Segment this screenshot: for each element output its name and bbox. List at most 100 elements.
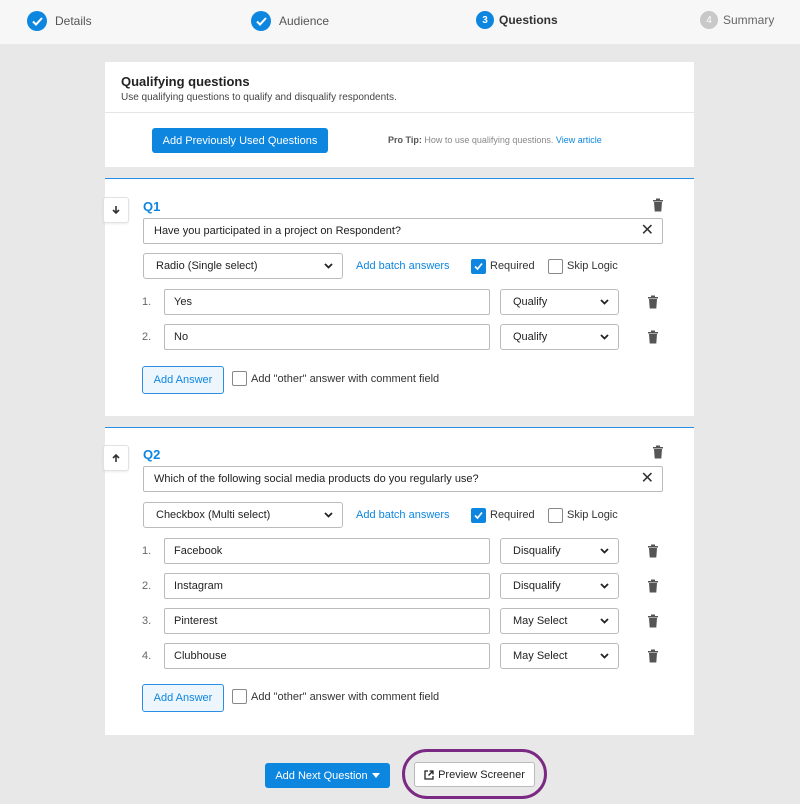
question-card-q2: Q2 Which of the following social media p… — [103, 427, 694, 735]
step-number: 4 — [700, 11, 718, 29]
chevron-down-icon — [600, 548, 609, 554]
question-type-select[interactable]: Checkbox (Multi select) — [143, 502, 343, 528]
answer-action-value: Disqualify — [513, 545, 561, 557]
question-text: Which of the following social media prod… — [154, 473, 479, 485]
section-title: Qualifying questions — [121, 74, 250, 89]
answer-number: 2. — [142, 580, 152, 592]
pro-tip: Pro Tip: How to use qualifying questions… — [388, 135, 602, 145]
answer-number: 4. — [142, 650, 152, 662]
question-type-select[interactable]: Radio (Single select) — [143, 253, 343, 279]
delete-question-icon[interactable] — [652, 445, 664, 459]
step-audience[interactable]: Audience — [251, 11, 329, 31]
question-card-q1: Q1 Have you participated in a project on… — [103, 178, 694, 416]
question-label: Q2 — [143, 447, 161, 462]
answer-number: 2. — [142, 331, 152, 343]
delete-answer-icon[interactable] — [647, 649, 659, 663]
external-link-icon — [424, 769, 434, 780]
step-label: Audience — [279, 14, 330, 28]
answer-action-select[interactable]: May Select — [500, 643, 619, 669]
delete-answer-icon[interactable] — [647, 330, 659, 344]
answer-input[interactable]: Facebook — [164, 538, 490, 564]
answer-text: Facebook — [174, 545, 223, 557]
add-answer-button[interactable]: Add Answer — [142, 366, 224, 394]
answer-input[interactable]: Clubhouse — [164, 643, 490, 669]
answer-text: Instagram — [174, 580, 223, 592]
add-next-question-button[interactable]: Add Next Question — [265, 763, 390, 788]
answer-action-value: Disqualify — [513, 580, 561, 592]
step-label: Summary — [723, 13, 775, 27]
question-text-input[interactable]: Have you participated in a project on Re… — [143, 218, 663, 244]
answer-action-select[interactable]: Disqualify — [500, 538, 619, 564]
question-type-value: Checkbox (Multi select) — [156, 509, 271, 521]
check-icon — [474, 262, 483, 271]
chevron-down-icon — [600, 334, 609, 340]
divider — [105, 112, 694, 113]
answer-input[interactable]: Pinterest — [164, 608, 490, 634]
step-questions[interactable]: 3 Questions — [476, 11, 558, 29]
answer-input[interactable]: Instagram — [164, 573, 490, 599]
answer-action-value: May Select — [513, 650, 568, 662]
step-summary[interactable]: 4 Summary — [700, 11, 774, 29]
section-subtitle: Use qualifying questions to qualify and … — [121, 92, 397, 103]
chevron-down-icon — [324, 263, 333, 269]
step-number: 3 — [476, 11, 494, 29]
answer-action-select[interactable]: Qualify — [500, 324, 619, 350]
answer-action-value: Qualify — [513, 296, 548, 308]
add-next-question-label: Add Next Question — [275, 769, 368, 782]
check-icon — [474, 511, 483, 520]
answer-number: 1. — [142, 296, 152, 308]
answer-text: No — [174, 331, 189, 343]
answer-action-value: May Select — [513, 615, 568, 627]
move-down-button[interactable] — [103, 197, 129, 223]
chevron-down-icon — [600, 653, 609, 659]
answer-input[interactable]: No — [164, 324, 490, 350]
question-text: Have you participated in a project on Re… — [154, 225, 402, 237]
add-batch-answers-link[interactable]: Add batch answers — [356, 509, 450, 521]
add-answer-button[interactable]: Add Answer — [142, 684, 224, 712]
answer-action-select[interactable]: Disqualify — [500, 573, 619, 599]
skip-logic-label: Skip Logic — [567, 509, 618, 521]
required-label: Required — [490, 509, 535, 521]
delete-answer-icon[interactable] — [647, 544, 659, 558]
chevron-down-icon — [600, 299, 609, 305]
other-answer-checkbox[interactable] — [232, 371, 247, 386]
check-icon — [251, 11, 271, 31]
arrow-up-icon — [112, 453, 120, 462]
step-details[interactable]: Details — [27, 11, 92, 31]
delete-answer-icon[interactable] — [647, 579, 659, 593]
skip-logic-label: Skip Logic — [567, 260, 618, 272]
question-type-value: Radio (Single select) — [156, 260, 258, 272]
required-label: Required — [490, 260, 535, 272]
qualifying-intro-card: Qualifying questions Use qualifying ques… — [105, 62, 694, 167]
answer-number: 3. — [142, 615, 152, 627]
preview-screener-label: Preview Screener — [438, 768, 525, 781]
preview-screener-button[interactable]: Preview Screener — [414, 762, 535, 787]
skip-logic-checkbox[interactable] — [548, 259, 563, 274]
view-article-link[interactable]: View article — [556, 135, 602, 145]
required-checkbox[interactable] — [471, 259, 486, 274]
clear-icon[interactable]: ✕ — [641, 471, 654, 487]
answer-text: Clubhouse — [174, 650, 227, 662]
pro-tip-label: Pro Tip: — [388, 135, 422, 145]
other-answer-label: Add "other" answer with comment field — [251, 691, 440, 703]
clear-icon[interactable]: ✕ — [641, 223, 654, 239]
chevron-down-icon — [600, 583, 609, 589]
check-icon — [27, 11, 47, 31]
add-batch-answers-link[interactable]: Add batch answers — [356, 260, 450, 272]
other-answer-checkbox[interactable] — [232, 689, 247, 704]
move-up-button[interactable] — [103, 445, 129, 471]
skip-logic-checkbox[interactable] — [548, 508, 563, 523]
answer-action-select[interactable]: May Select — [500, 608, 619, 634]
question-label: Q1 — [143, 199, 161, 214]
answer-action-select[interactable]: Qualify — [500, 289, 619, 315]
delete-answer-icon[interactable] — [647, 614, 659, 628]
answer-input[interactable]: Yes — [164, 289, 490, 315]
answer-number: 1. — [142, 545, 152, 557]
progress-stepper: Details Audience 3 Questions 4 Summary — [0, 0, 800, 44]
required-checkbox[interactable] — [471, 508, 486, 523]
delete-answer-icon[interactable] — [647, 295, 659, 309]
add-previous-questions-button[interactable]: Add Previously Used Questions — [152, 128, 328, 153]
question-text-input[interactable]: Which of the following social media prod… — [143, 466, 663, 492]
chevron-down-icon — [600, 618, 609, 624]
delete-question-icon[interactable] — [652, 198, 664, 212]
